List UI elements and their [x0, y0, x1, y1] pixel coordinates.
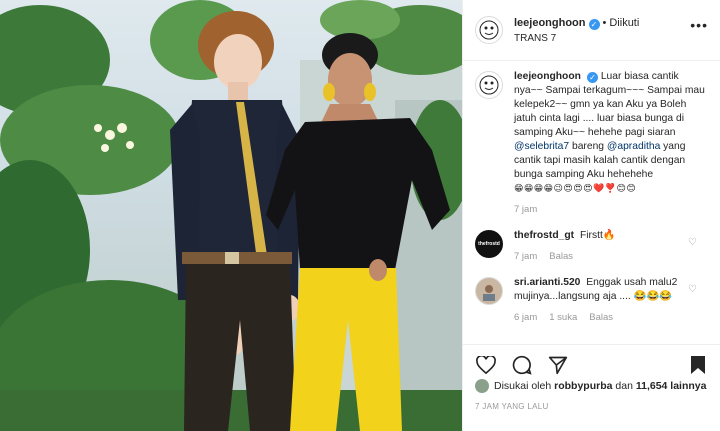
follow-status-button[interactable]: Diikuti — [609, 17, 639, 29]
commenter-avatar[interactable] — [475, 277, 503, 305]
post-side-panel: leejeonghoon ✓ • Diikuti TRANS 7 ••• leejeo… — [462, 0, 720, 431]
caption-body: leejeonghoon ✓ Luar biasa cantik nya~~ Sa… — [514, 70, 709, 217]
likes-summary: Disukai oleh robbypurba dan 11,654 lainn… — [475, 379, 706, 393]
likes-prefix: Disukai oleh — [494, 380, 552, 392]
caption-emojis: 😁😁😁😁😉😍😍😍❤️❣️😊😊 — [514, 184, 637, 194]
commenter-username[interactable]: sri.arianti.520 — [514, 277, 580, 288]
commenter-avatar-graphic — [483, 285, 495, 301]
comment-reply-button[interactable]: Balas — [589, 312, 613, 323]
more-options-icon[interactable]: ••• — [690, 17, 708, 33]
header-text: leejeonghoon ✓ • Diikuti TRANS 7 — [514, 14, 639, 46]
comment-item: thefrostd thefrostd_gt Firstt🔥 7 jam Bala… — [475, 229, 709, 264]
author-username[interactable]: leejeonghoon — [514, 17, 586, 29]
liker-username[interactable]: robbypurba — [554, 380, 612, 392]
comment-text: Firstt🔥 — [579, 230, 616, 241]
caption-text: bareng — [569, 141, 607, 152]
comment-item: sri.arianti.520 Enggak usah malu2 mujiny… — [475, 276, 709, 325]
instagram-post-window: leejeonghoon ✓ • Diikuti TRANS 7 ••• leejeo… — [0, 0, 720, 431]
comment-meta: 7 jam Balas — [514, 250, 709, 264]
separator-dot: • — [602, 17, 607, 29]
author-avatar-graphic — [479, 20, 499, 40]
mention-link[interactable]: @selebrita7 — [514, 141, 569, 152]
caption: leejeonghoon ✓ Luar biasa cantik nya~~ Sa… — [475, 70, 709, 217]
likes-count-link[interactable]: 11,654 lainnya — [636, 380, 707, 392]
caption-avatar-graphic — [479, 75, 499, 95]
comment-meta: 6 jam 1 suka Balas — [514, 311, 709, 325]
liker-avatar[interactable] — [475, 379, 489, 393]
mention-link[interactable]: @apraditha — [607, 141, 660, 152]
share-icon[interactable] — [547, 354, 569, 376]
author-avatar[interactable] — [475, 16, 503, 44]
photo-illustration — [0, 0, 462, 431]
caption-meta: 7 jam — [514, 203, 709, 217]
comment-like-heart-icon[interactable]: ♡ — [688, 237, 697, 248]
post-actions-bar — [463, 344, 720, 378]
comment-like-count[interactable]: 1 suka — [549, 312, 577, 323]
commenter-username[interactable]: thefrostd_gt — [514, 230, 574, 241]
comment-like-heart-icon[interactable]: ♡ — [688, 284, 697, 295]
commenter-avatar-text: thefrostd — [478, 241, 500, 247]
caption-username[interactable]: leejeonghoon — [514, 71, 581, 82]
post-photo[interactable] — [0, 0, 462, 431]
post-timestamp[interactable]: 7 JAM YANG LALU — [475, 402, 549, 411]
comment-time[interactable]: 6 jam — [514, 312, 537, 323]
comment-body: thefrostd_gt Firstt🔥 7 jam Balas — [514, 229, 709, 264]
comment-icon[interactable] — [511, 354, 533, 376]
comment-time[interactable]: 7 jam — [514, 251, 537, 262]
likes-middle: dan — [615, 380, 633, 392]
bookmark-icon[interactable] — [687, 354, 709, 376]
caption-time[interactable]: 7 jam — [514, 204, 537, 215]
comment-body: sri.arianti.520 Enggak usah malu2 mujiny… — [514, 276, 709, 325]
caption-author-avatar[interactable] — [475, 71, 503, 99]
verified-badge-icon: ✓ — [588, 19, 600, 30]
commenter-avatar[interactable]: thefrostd — [475, 230, 503, 258]
post-location[interactable]: TRANS 7 — [514, 31, 639, 46]
heart-icon[interactable] — [475, 354, 497, 376]
comments-section: leejeonghoon ✓ Luar biasa cantik nya~~ Sa… — [463, 62, 720, 344]
verified-badge-icon: ✓ — [586, 72, 598, 83]
comment-reply-button[interactable]: Balas — [549, 251, 573, 262]
post-header: leejeonghoon ✓ • Diikuti TRANS 7 ••• — [463, 0, 720, 61]
